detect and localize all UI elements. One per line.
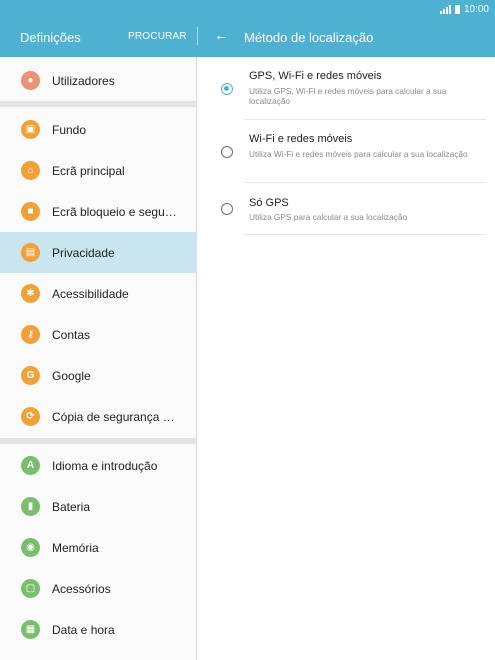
sidebar-item-label: Memória bbox=[52, 540, 99, 555]
accessories-icon: ▢ bbox=[21, 579, 40, 598]
sidebar-item-privacy[interactable]: ▤ Privacidade bbox=[0, 232, 197, 273]
users-icon: ● bbox=[21, 71, 40, 90]
sidebar-item-battery[interactable]: ▮ Bateria bbox=[0, 486, 197, 527]
key-icon: ⚷ bbox=[21, 325, 40, 344]
header-divider bbox=[197, 27, 198, 45]
sidebar-item-lock-screen[interactable]: ■ Ecrã bloqueio e segurança bbox=[0, 191, 197, 232]
sidebar-item-label: Acessibilidade bbox=[52, 286, 129, 301]
sidebar-item-label: Privacidade bbox=[52, 245, 115, 260]
option-title: GPS, Wi-Fi e redes móveis bbox=[249, 70, 382, 82]
radio-unselected[interactable] bbox=[221, 146, 233, 158]
sidebar-item-label: Fundo bbox=[52, 122, 87, 137]
sidebar-item-label: Ecrã principal bbox=[52, 163, 125, 178]
section-divider bbox=[0, 438, 197, 444]
option-gps-only[interactable]: Só GPS Utiliza GPS para calcular a sua l… bbox=[198, 183, 495, 235]
back-arrow-icon[interactable]: ← bbox=[214, 28, 229, 44]
battery-icon: ▮ bbox=[21, 497, 40, 516]
sidebar-item-label: Idioma e introdução bbox=[52, 458, 158, 473]
settings-sidebar: ● Utilizadores ▣ Fundo ⌂ Ecrã principal … bbox=[0, 57, 197, 660]
settings-title: Definições bbox=[20, 30, 81, 45]
sidebar-item-label: Cópia de segurança e restauro bbox=[52, 409, 180, 424]
search-button[interactable]: PROCURAR bbox=[128, 31, 187, 42]
sidebar-item-backup[interactable]: ⟳ Cópia de segurança e restauro bbox=[0, 396, 197, 437]
sidebar-item-accessories[interactable]: ▢ Acessórios bbox=[0, 568, 197, 609]
page-title: Método de localização bbox=[244, 30, 374, 45]
backup-icon: ⟳ bbox=[21, 407, 40, 426]
radio-unselected[interactable] bbox=[221, 203, 233, 215]
sidebar-item-accessibility[interactable]: ✱ Acessibilidade bbox=[0, 273, 197, 314]
app-header: 10:00 Definições PROCURAR ← Método de lo… bbox=[0, 0, 495, 57]
privacy-icon: ▤ bbox=[21, 243, 40, 262]
sidebar-item-storage[interactable]: ◉ Memória bbox=[0, 527, 197, 568]
option-title: Só GPS bbox=[249, 197, 289, 209]
lock-icon: ■ bbox=[21, 202, 40, 221]
sidebar-item-label: Contas bbox=[52, 327, 91, 342]
sidebar-item-google[interactable]: G Google bbox=[0, 355, 197, 396]
sidebar-item-accounts[interactable]: ⚷ Contas bbox=[0, 314, 197, 355]
option-wifi-mobile[interactable]: Wi-Fi e redes móveis Utiliza Wi-Fi e red… bbox=[198, 120, 495, 183]
section-divider bbox=[0, 101, 197, 107]
location-method-panel: GPS, Wi-Fi e redes móveis Utiliza GPS, W… bbox=[198, 57, 495, 660]
sidebar-item-label: Bateria bbox=[52, 499, 91, 514]
signal-icon bbox=[439, 4, 451, 14]
accessibility-icon: ✱ bbox=[21, 284, 40, 303]
language-icon: A bbox=[21, 456, 40, 475]
storage-icon: ◉ bbox=[21, 538, 40, 557]
home-icon: ⌂ bbox=[21, 161, 40, 180]
option-description: Utiliza GPS para calcular a sua localiza… bbox=[249, 212, 408, 222]
sidebar-item-users[interactable]: ● Utilizadores bbox=[0, 60, 197, 101]
sidebar-item-home-screen[interactable]: ⌂ Ecrã principal bbox=[0, 150, 197, 191]
sidebar-item-label: Ecrã bloqueio e segurança bbox=[52, 204, 180, 219]
option-description: Utiliza GPS, Wi-Fi e redes móveis para c… bbox=[249, 86, 447, 106]
sidebar-item-language[interactable]: A Idioma e introdução bbox=[0, 445, 197, 486]
option-description: Utiliza Wi-Fi e redes móveis para calcul… bbox=[249, 149, 468, 159]
sidebar-item-label: Data e hora bbox=[52, 622, 115, 637]
option-divider bbox=[244, 234, 486, 235]
radio-selected[interactable] bbox=[221, 83, 233, 95]
sidebar-item-label: Google bbox=[52, 368, 91, 383]
status-time: 10:00 bbox=[463, 3, 489, 15]
option-title: Wi-Fi e redes móveis bbox=[249, 133, 353, 145]
sidebar-item-label: Acessórios bbox=[52, 581, 111, 596]
google-icon: G bbox=[21, 366, 40, 385]
sidebar-item-date-time[interactable]: ▦ Data e hora bbox=[0, 609, 197, 650]
battery-status-icon bbox=[454, 4, 460, 14]
calendar-icon: ▦ bbox=[21, 620, 40, 639]
status-bar: 10:00 bbox=[439, 2, 489, 16]
sidebar-item-label: Utilizadores bbox=[52, 73, 115, 88]
wallpaper-icon: ▣ bbox=[21, 120, 40, 139]
sidebar-item-wallpaper[interactable]: ▣ Fundo bbox=[0, 109, 197, 150]
option-gps-wifi-mobile[interactable]: GPS, Wi-Fi e redes móveis Utiliza GPS, W… bbox=[198, 57, 495, 120]
